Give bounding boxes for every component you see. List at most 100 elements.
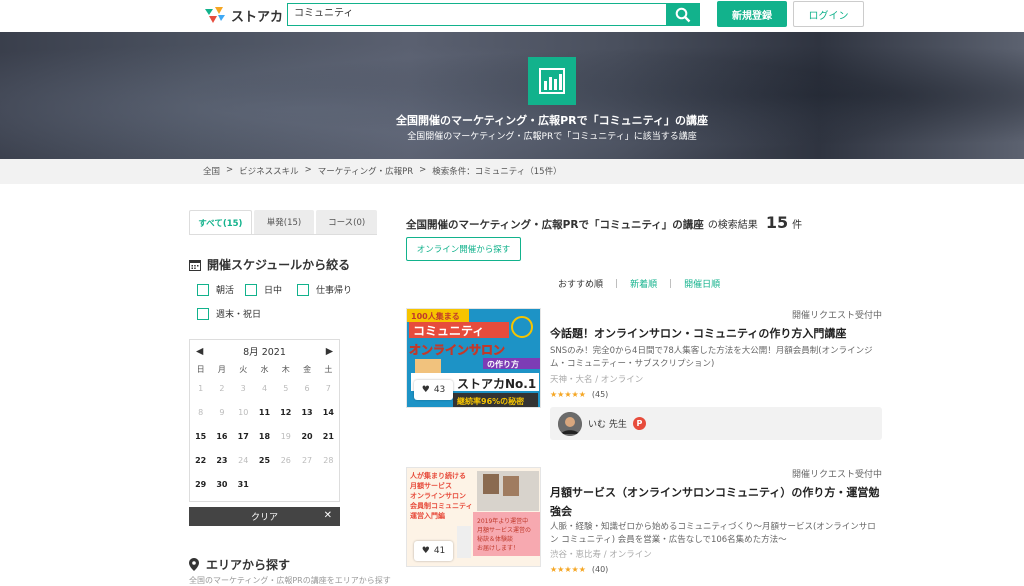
thumb-text: 100人集まる [411, 311, 460, 321]
login-button[interactable]: ログイン [793, 1, 864, 27]
course-description: 人脈・経験・知識ゼロから始めるコミュニティづくり〜月額サービス(オンラインサロン… [550, 522, 876, 545]
calendar-day: 9 [219, 407, 225, 417]
breadcrumb-current: 検索条件：コミュニティ（15件） [432, 167, 562, 177]
prev-month-icon[interactable]: ◀ [196, 346, 203, 357]
checkbox[interactable] [297, 283, 309, 296]
online-search-button[interactable]: オンライン開催から探す [406, 237, 521, 261]
calendar-day[interactable]: 16 [211, 424, 232, 448]
thumb-text: オンラインサロン [410, 492, 466, 500]
like-button[interactable]: ♥ 43 [414, 380, 453, 400]
calendar-day[interactable]: 14 [318, 400, 339, 424]
course-card[interactable]: 人が集まり続ける 月額サービス オンラインサロン 会員制コミュニティ 運営入門編… [406, 467, 882, 577]
calendar-day[interactable]: 21 [318, 424, 339, 448]
filter-morning[interactable]: 朝活 [197, 283, 234, 296]
calendar-day: 5 [283, 383, 289, 393]
calendar-day: 1 [198, 383, 204, 393]
next-month-icon[interactable]: ▶ [326, 346, 333, 357]
course-thumbnail[interactable]: 100人集まる コミュニティ オンラインサロン の作り方 ストアカNo.1 継続… [406, 308, 541, 408]
course-card[interactable]: 100人集まる コミュニティ オンラインサロン の作り方 ストアカNo.1 継続… [406, 308, 882, 443]
thumb-text: 月額サービス運営の [477, 526, 531, 534]
calendar-header: ◀ 8月 2021 ▶ [190, 340, 339, 362]
status-badge: 開催リクエスト受付中 [791, 311, 882, 321]
schedule-heading: 開催スケジュールから絞る [189, 256, 350, 273]
divider [189, 234, 377, 235]
calendar-day: 26 [280, 455, 291, 465]
course-thumbnail[interactable]: 人が集まり続ける 月額サービス オンラインサロン 会員制コミュニティ 運営入門編… [406, 467, 541, 567]
logo[interactable]: ストアカ [203, 5, 283, 25]
calendar-day[interactable]: 22 [190, 448, 211, 472]
tab-all[interactable]: すべて(15) [189, 210, 252, 234]
breadcrumb-separator: > [304, 165, 312, 175]
tab-course[interactable]: コース(0) [316, 210, 378, 234]
calendar-day[interactable]: 25 [254, 448, 275, 472]
weekday-label: 火 [239, 364, 248, 374]
calendar-day[interactable]: 13 [296, 400, 317, 424]
calendar-day: 24 [238, 455, 249, 465]
sort-newest[interactable]: 新着順 [630, 277, 657, 290]
calendar-day: 19 [280, 431, 291, 441]
logo-icon [205, 7, 225, 23]
thumb-text: 会員制コミュニティ [410, 501, 473, 510]
bar-chart-icon [539, 68, 565, 94]
weekday-label: 金 [303, 364, 312, 374]
calendar-day[interactable]: 18 [254, 424, 275, 448]
weekday-label: 日 [196, 364, 205, 374]
search-input[interactable]: コミュニティ [288, 4, 666, 25]
calendar-day[interactable]: 29 [190, 472, 211, 496]
clear-button[interactable]: クリア ✕ [189, 507, 340, 526]
filter-label: 仕事帰り [316, 286, 353, 296]
tab-single[interactable]: 単発(15) [253, 210, 315, 234]
search-bar: コミュニティ [287, 3, 700, 26]
calendar-grid: 日月火水木金土 1 2 3 4 5 6 7 8 9 10 11 12 13 14 15 16 17 18 19 20 21… [190, 362, 339, 496]
search-button[interactable] [666, 4, 699, 25]
calendar-day[interactable]: 20 [296, 424, 317, 448]
thumb-text: の作り方 [487, 359, 519, 369]
breadcrumb-separator: > [226, 165, 234, 175]
filter-weekend[interactable]: 週末・祝日 [197, 307, 261, 320]
calendar-day[interactable]: 23 [211, 448, 232, 472]
checkbox[interactable] [197, 283, 209, 296]
calendar: ◀ 8月 2021 ▶ 日月火水木金土 1 2 3 4 5 6 7 8 9 10 11 12 13 14 15… [189, 339, 340, 502]
like-button[interactable]: ♥ 41 [414, 541, 453, 561]
results-suffix: の検索結果 [707, 220, 758, 231]
results-header: 全国開催のマーケティング・広報PRで「コミュニティ」の講座 の検索結果 15 件 [406, 213, 802, 232]
calendar-month: 8月 2021 [243, 347, 286, 358]
course-location: 天神・大名 / オンライン [550, 375, 644, 385]
course-title[interactable]: 今話題！オンラインサロン・コミュニティの作り方入門講座 [550, 324, 880, 343]
calendar-day: 6 [304, 383, 310, 393]
calendar-day[interactable]: 31 [233, 472, 254, 496]
breadcrumb-item[interactable]: マーケティング・広報PR [318, 165, 413, 177]
calendar-day[interactable]: 30 [211, 472, 232, 496]
calendar-day[interactable]: 15 [190, 424, 211, 448]
page-subtitle: 全国開催のマーケティング・広報PRで「コミュニティ」に該当する講座 [407, 132, 697, 142]
area-heading-text: エリアから探す [206, 558, 291, 572]
results-title: 全国開催のマーケティング・広報PRで「コミュニティ」の講座 [406, 219, 704, 231]
sort-recommended[interactable]: おすすめ順 [558, 277, 603, 290]
filter-after-work[interactable]: 仕事帰り [297, 283, 352, 296]
breadcrumb: 全国 > ビジネススキル > マーケティング・広報PR > 検索条件：コミュニテ… [203, 165, 562, 177]
calendar-day[interactable]: 17 [233, 424, 254, 448]
course-title[interactable]: 月額サービス（オンラインサロンコミュニティ）の作り方・運営勉強会 [550, 483, 880, 521]
calendar-day: 10 [238, 407, 249, 417]
course-location: 渋谷・恵比寿 / オンライン [550, 550, 652, 560]
teacher-row[interactable]: いむ 先生 P [550, 407, 882, 440]
filter-label: 朝活 [216, 286, 235, 296]
weekday-label: 木 [281, 364, 290, 374]
calendar-day: 4 [261, 383, 268, 393]
register-button[interactable]: 新規登録 [717, 1, 787, 27]
schedule-heading-text: 開催スケジュールから絞る [207, 258, 351, 272]
calendar-day: 8 [198, 407, 204, 417]
breadcrumb-item[interactable]: 全国 [203, 165, 220, 177]
calendar-day: 28 [323, 455, 334, 465]
sort-date[interactable]: 開催日順 [684, 277, 720, 290]
checkbox[interactable] [245, 283, 257, 296]
status-badge: 開催リクエスト受付中 [791, 470, 882, 480]
calendar-day[interactable]: 12 [275, 400, 296, 424]
like-count: 43 [433, 385, 446, 395]
filter-daytime[interactable]: 日中 [245, 283, 282, 296]
checkbox[interactable] [197, 307, 209, 320]
breadcrumb-item[interactable]: ビジネススキル [239, 165, 299, 177]
calendar-day[interactable]: 11 [254, 400, 275, 424]
breadcrumb-separator: > [419, 165, 427, 175]
thumb-text: 人が集まり続ける [410, 471, 466, 480]
